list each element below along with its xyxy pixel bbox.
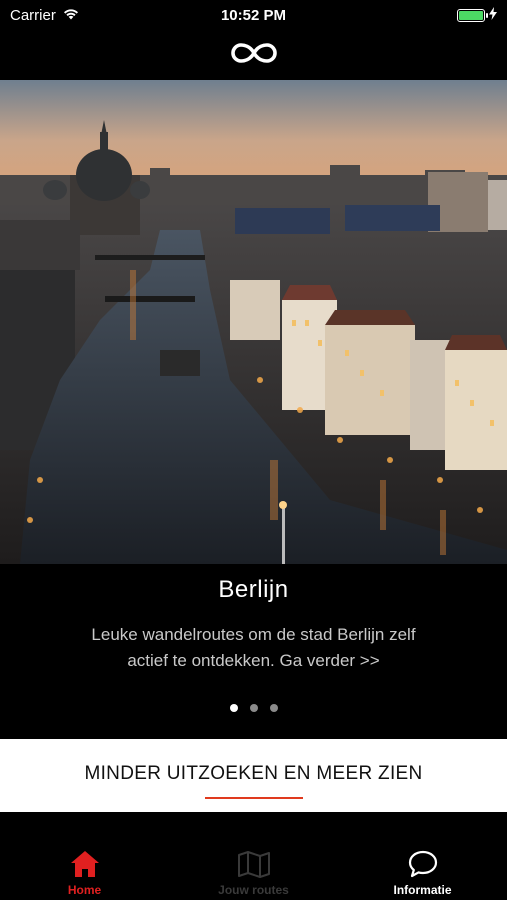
page-indicator[interactable] xyxy=(0,704,507,712)
chat-bubble-icon xyxy=(408,849,438,879)
page-dot[interactable] xyxy=(269,704,278,712)
charging-bolt-icon xyxy=(489,6,497,24)
status-left: Carrier xyxy=(10,7,80,24)
tagline-text: MINDER UITZOEKEN EN MEER ZIEN xyxy=(84,763,423,784)
tagline-underline xyxy=(204,797,303,799)
tab-jouw-routes[interactable]: Jouw routes xyxy=(169,812,338,900)
tab-bar: Home Jouw routes Informatie xyxy=(0,812,507,900)
battery-icon xyxy=(457,8,488,22)
page-dot[interactable] xyxy=(249,704,258,712)
infinity-logo-icon xyxy=(230,41,277,70)
hero-image[interactable] xyxy=(0,80,507,564)
city-description[interactable]: Leuke wandelroutes om de stad Berlijn ze… xyxy=(84,622,424,674)
tagline-banner: MINDER UITZOEKEN EN MEER ZIEN xyxy=(0,739,507,812)
wifi-icon xyxy=(62,7,80,24)
map-icon xyxy=(237,849,271,879)
hero-caption: Berlijn Leuke wandelroutes om de stad Be… xyxy=(0,564,507,739)
tab-informatie-label: Informatie xyxy=(393,883,452,897)
app-header xyxy=(0,30,507,80)
carrier-label: Carrier xyxy=(10,6,56,24)
tab-home[interactable]: Home xyxy=(0,812,169,900)
status-bar: Carrier 10:52 PM xyxy=(0,0,507,30)
tab-jouw-routes-label: Jouw routes xyxy=(218,883,289,897)
tab-informatie[interactable]: Informatie xyxy=(338,812,507,900)
home-icon xyxy=(70,849,100,879)
tab-home-label: Home xyxy=(67,883,102,897)
status-right xyxy=(457,6,497,24)
page-dot[interactable] xyxy=(229,704,238,712)
city-title: Berlijn xyxy=(218,576,289,603)
